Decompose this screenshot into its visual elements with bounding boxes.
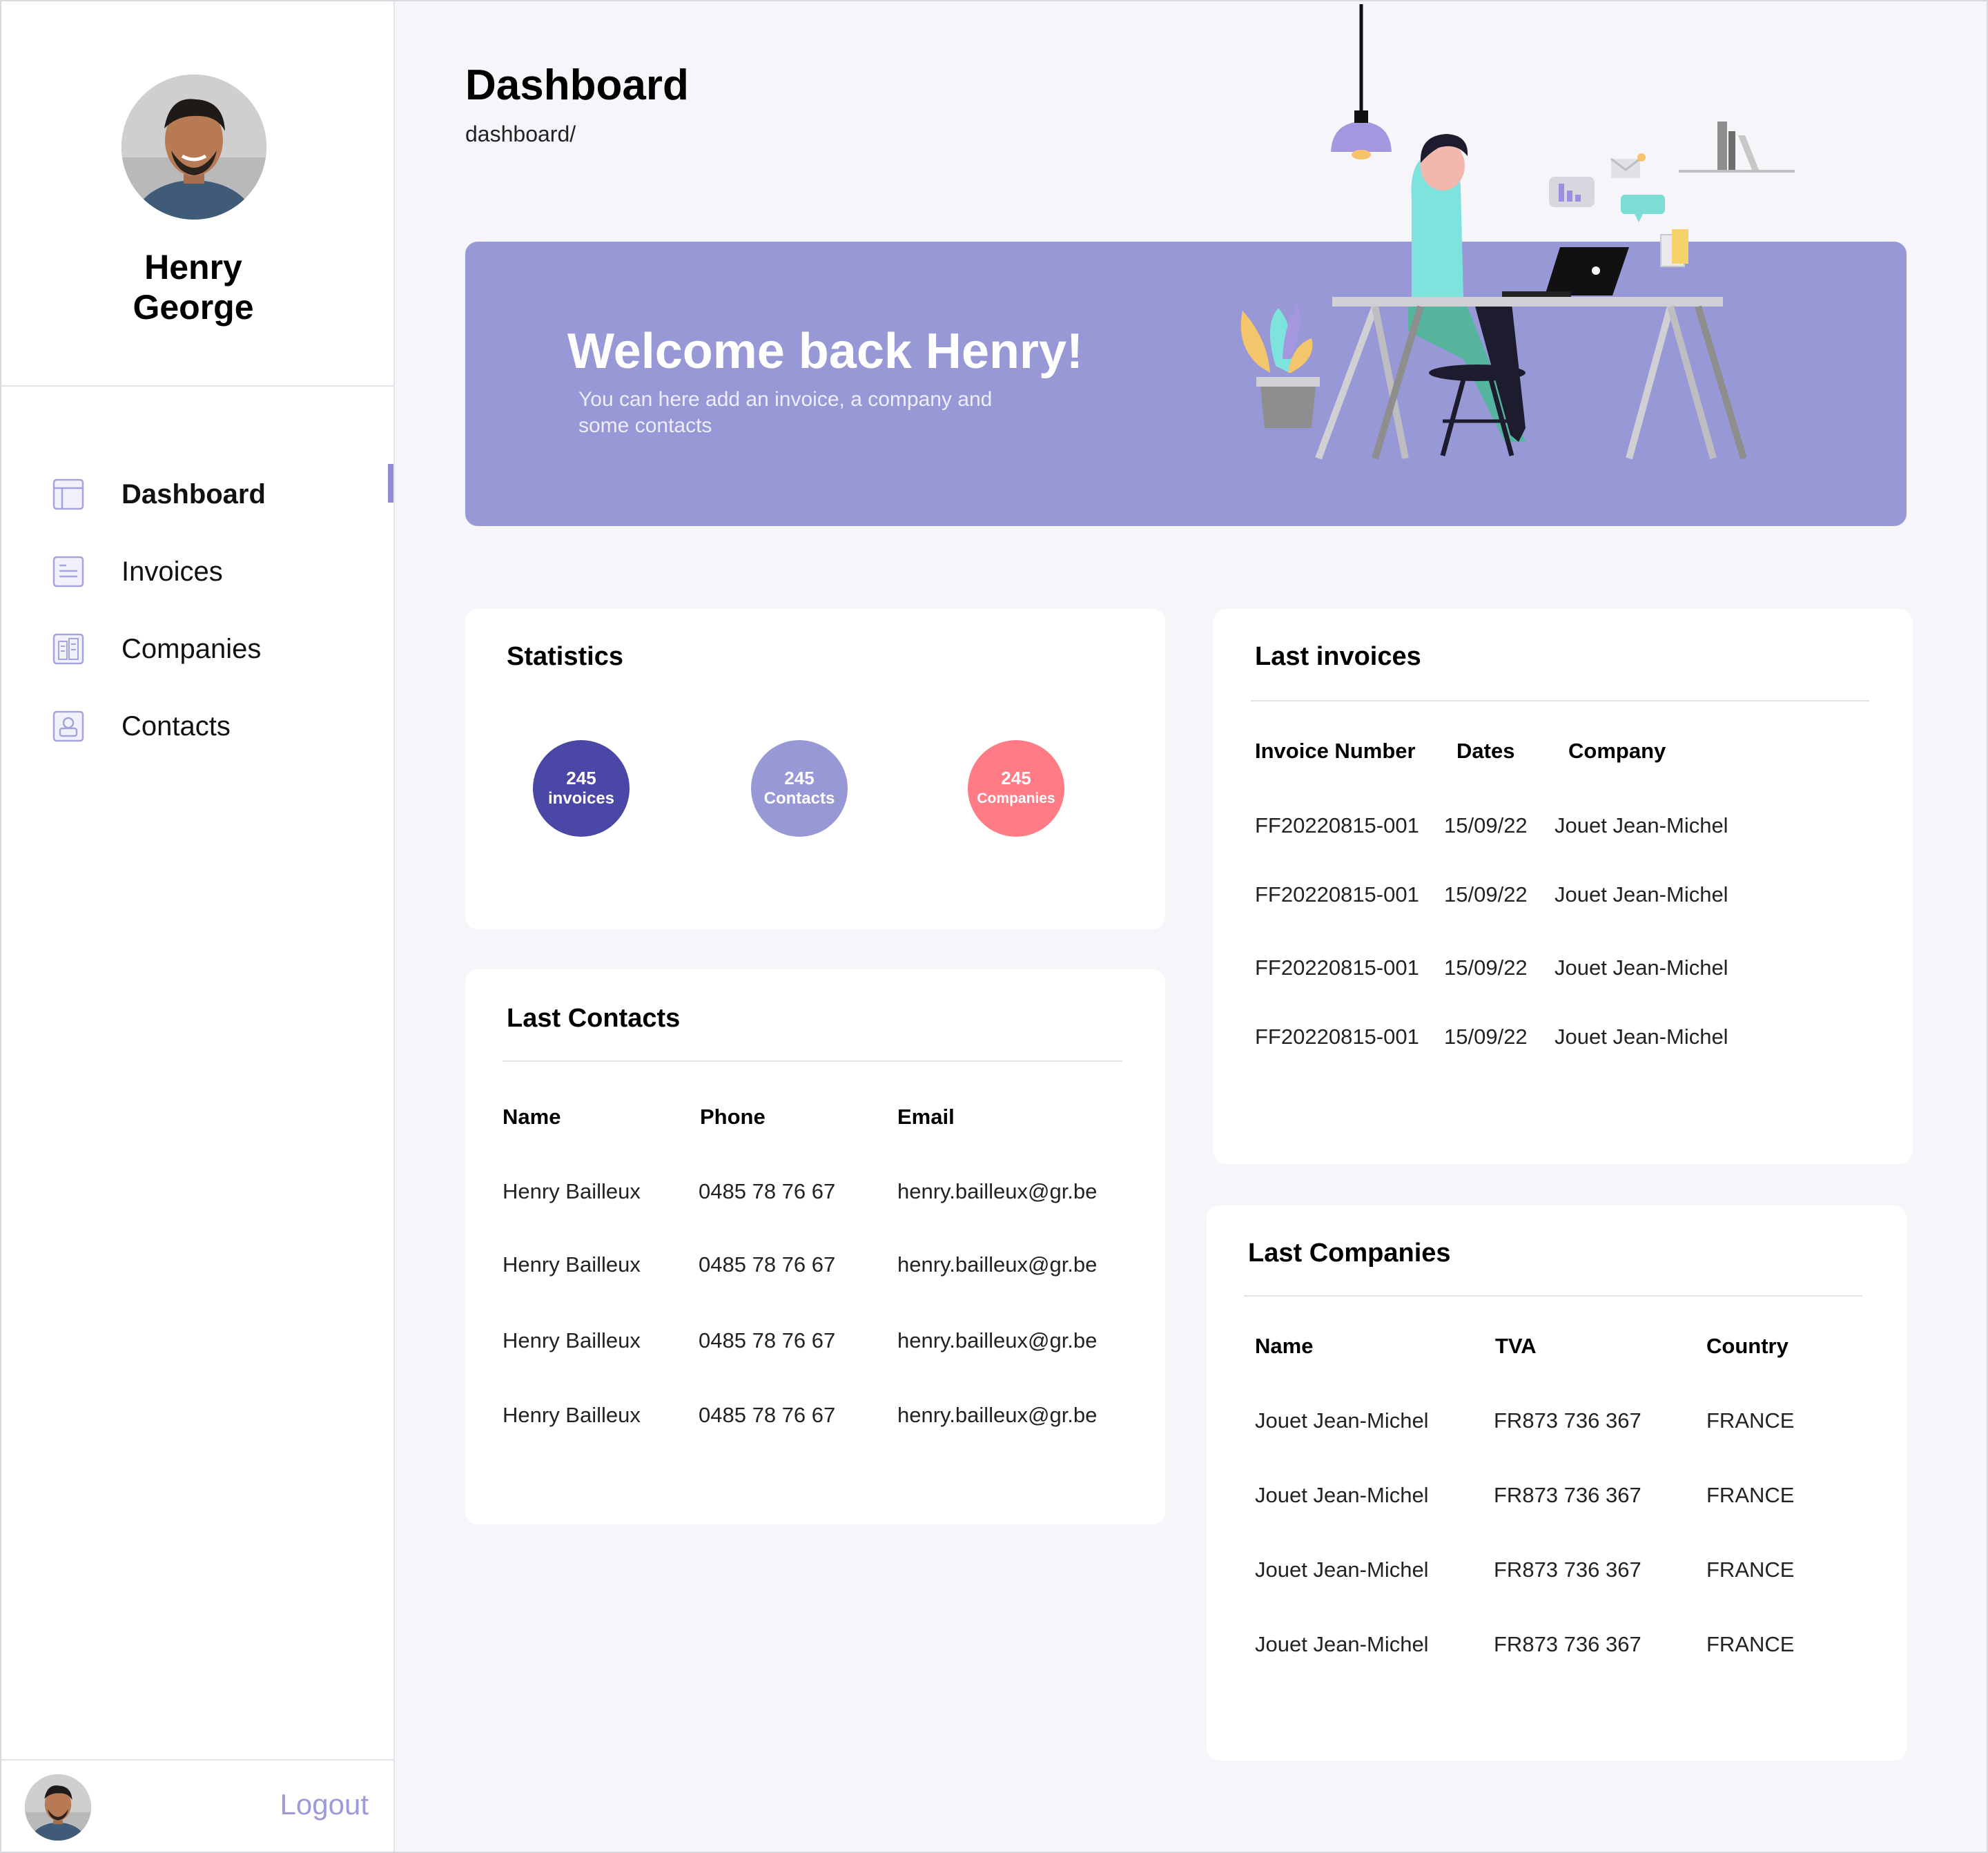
company-name: Jouet Jean-Michel bbox=[1255, 1558, 1429, 1582]
contact-name: Henry Bailleux bbox=[503, 1328, 641, 1352]
stat-companies[interactable]: 245 Companies bbox=[968, 740, 1064, 837]
invoice-company: Jouet Jean-Michel bbox=[1555, 882, 1728, 906]
office-illustration bbox=[1240, 4, 1795, 460]
last-contacts-card: Last Contacts Name Phone Email Henry Bai… bbox=[465, 969, 1165, 1524]
sidebar-item-label: Dashboard bbox=[121, 478, 266, 510]
sidebar: Henry George Dashboard Invoices Companie… bbox=[0, 0, 395, 1853]
statistics-card: Statistics 245 invoices 245 Contacts 245… bbox=[465, 609, 1165, 929]
company-tva: FR873 736 367 bbox=[1494, 1632, 1641, 1656]
stat-label: invoices bbox=[547, 789, 615, 808]
invoice-company: Jouet Jean-Michel bbox=[1555, 813, 1728, 837]
column-header: TVA bbox=[1495, 1334, 1537, 1358]
last-invoices-card: Last invoices Invoice Number Dates Compa… bbox=[1214, 609, 1912, 1164]
invoice-number: FF20220815-001 bbox=[1255, 813, 1419, 837]
company-tva: FR873 736 367 bbox=[1494, 1558, 1641, 1582]
contact-icon bbox=[52, 710, 84, 742]
invoice-date: 15/09/22 bbox=[1444, 955, 1528, 980]
contact-email: henry.bailleux@gr.be bbox=[897, 1179, 1098, 1203]
layout-icon bbox=[52, 478, 84, 510]
invoice-number: FF20220815-001 bbox=[1255, 955, 1419, 980]
logout-button[interactable]: Logout bbox=[280, 1788, 369, 1821]
building-icon bbox=[52, 633, 84, 665]
stat-label: Companies bbox=[977, 790, 1055, 806]
contact-email: henry.bailleux@gr.be bbox=[897, 1403, 1098, 1427]
invoice-number: FF20220815-001 bbox=[1255, 882, 1419, 906]
invoice-date: 15/09/22 bbox=[1444, 813, 1528, 837]
banner-title: Welcome back Henry! bbox=[567, 324, 1083, 379]
contact-email: henry.bailleux@gr.be bbox=[897, 1328, 1098, 1352]
user-last-name: George bbox=[133, 288, 254, 327]
contact-phone: 0485 78 76 67 bbox=[699, 1179, 836, 1203]
sidebar-item-label: Contacts bbox=[121, 710, 231, 741]
last-companies-card: Last Companies Name TVA Country Jouet Je… bbox=[1207, 1205, 1907, 1760]
stat-value: 245 bbox=[784, 768, 815, 788]
invoice-icon bbox=[52, 556, 84, 588]
company-country: FRANCE bbox=[1706, 1408, 1795, 1433]
sidebar-item-label: Invoices bbox=[121, 556, 223, 587]
company-name: Jouet Jean-Michel bbox=[1255, 1408, 1429, 1433]
invoice-company: Jouet Jean-Michel bbox=[1555, 1025, 1728, 1049]
stat-value: 245 bbox=[566, 768, 596, 788]
sidebar-item-invoices[interactable]: Invoices bbox=[0, 533, 393, 610]
avatar[interactable] bbox=[25, 1774, 91, 1841]
invoice-company: Jouet Jean-Michel bbox=[1555, 955, 1728, 980]
breadcrumb[interactable]: dashboard/ bbox=[465, 122, 576, 147]
stat-label: Contacts bbox=[763, 789, 835, 808]
column-header: Email bbox=[897, 1105, 955, 1129]
sidebar-footer: Logout bbox=[0, 1759, 393, 1853]
company-country: FRANCE bbox=[1706, 1483, 1795, 1507]
contact-phone: 0485 78 76 67 bbox=[699, 1328, 836, 1352]
column-header: Name bbox=[503, 1105, 561, 1129]
column-header: Dates bbox=[1456, 739, 1515, 763]
divider bbox=[1244, 1295, 1862, 1297]
invoice-date: 15/09/22 bbox=[1444, 1025, 1528, 1049]
sidebar-item-label: Companies bbox=[121, 633, 262, 664]
company-name: Jouet Jean-Michel bbox=[1255, 1483, 1429, 1507]
contact-name: Henry Bailleux bbox=[503, 1179, 641, 1203]
user-first-name: Henry bbox=[144, 248, 242, 287]
sidebar-item-contacts[interactable]: Contacts bbox=[0, 688, 393, 765]
column-header: Name bbox=[1255, 1334, 1314, 1358]
profile-section: Henry George bbox=[0, 0, 393, 387]
banner-subtitle: You can here add an invoice, a company a… bbox=[578, 388, 993, 437]
divider bbox=[1251, 700, 1869, 701]
card-title: Last Contacts bbox=[507, 1004, 681, 1033]
contact-name: Henry Bailleux bbox=[503, 1403, 641, 1427]
invoice-date: 15/09/22 bbox=[1444, 882, 1528, 906]
sidebar-item-dashboard[interactable]: Dashboard bbox=[0, 456, 393, 533]
company-tva: FR873 736 367 bbox=[1494, 1408, 1641, 1433]
stat-contacts[interactable]: 245 Contacts bbox=[751, 740, 848, 837]
stat-invoices[interactable]: 245 invoices bbox=[533, 740, 630, 837]
column-header: Company bbox=[1568, 739, 1666, 763]
contact-phone: 0485 78 76 67 bbox=[699, 1252, 836, 1277]
company-name: Jouet Jean-Michel bbox=[1255, 1632, 1429, 1656]
sidebar-nav: Dashboard Invoices Companies Contacts bbox=[0, 456, 393, 765]
page-title: Dashboard bbox=[465, 61, 689, 109]
user-name: Henry George bbox=[0, 247, 387, 327]
avatar[interactable] bbox=[121, 75, 266, 220]
card-title: Last invoices bbox=[1255, 642, 1421, 671]
column-header: Invoice Number bbox=[1255, 739, 1416, 763]
divider bbox=[503, 1060, 1122, 1062]
company-country: FRANCE bbox=[1706, 1558, 1795, 1582]
contact-name: Henry Bailleux bbox=[503, 1252, 641, 1277]
company-country: FRANCE bbox=[1706, 1632, 1795, 1656]
invoice-number: FF20220815-001 bbox=[1255, 1025, 1419, 1049]
column-header: Country bbox=[1706, 1334, 1789, 1358]
contact-email: henry.bailleux@gr.be bbox=[897, 1252, 1098, 1277]
card-title: Last Companies bbox=[1248, 1239, 1451, 1268]
company-tva: FR873 736 367 bbox=[1494, 1483, 1641, 1507]
card-title: Statistics bbox=[507, 642, 623, 671]
column-header: Phone bbox=[700, 1105, 766, 1129]
stat-value: 245 bbox=[1001, 768, 1031, 788]
contact-phone: 0485 78 76 67 bbox=[699, 1403, 836, 1427]
sidebar-item-companies[interactable]: Companies bbox=[0, 610, 393, 688]
